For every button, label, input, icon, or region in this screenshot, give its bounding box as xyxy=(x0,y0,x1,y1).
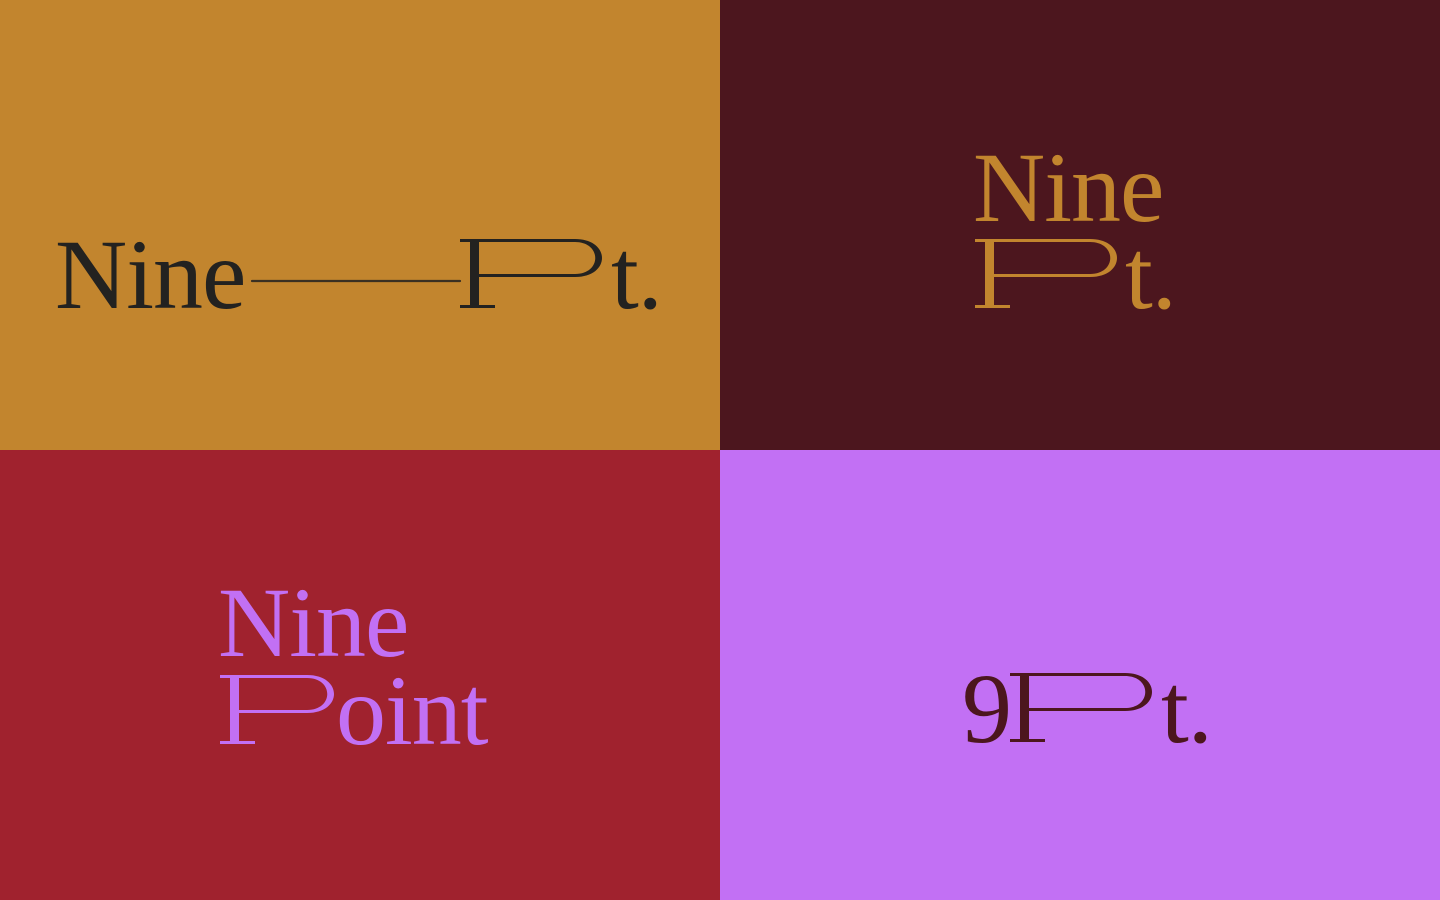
logo-suffix: oint xyxy=(336,655,489,766)
logo-suffix: t. xyxy=(611,219,662,330)
logo-presentation-board: Nine t. Nine t. Nine oint 9 t. xyxy=(0,0,1440,900)
logo-suffix: t. xyxy=(1161,653,1212,764)
logo-word-nine: Nine xyxy=(55,219,245,330)
panel-horizontal-logo: Nine t. xyxy=(0,0,720,450)
logo-suffix: t. xyxy=(1125,219,1176,330)
panel-numeral-logo: 9 t. xyxy=(720,450,1440,900)
logo-numeral: 9 xyxy=(962,653,1011,764)
panel-stacked-logo: Nine t. xyxy=(720,0,1440,450)
panel-full-name-logo: Nine oint xyxy=(0,450,720,900)
